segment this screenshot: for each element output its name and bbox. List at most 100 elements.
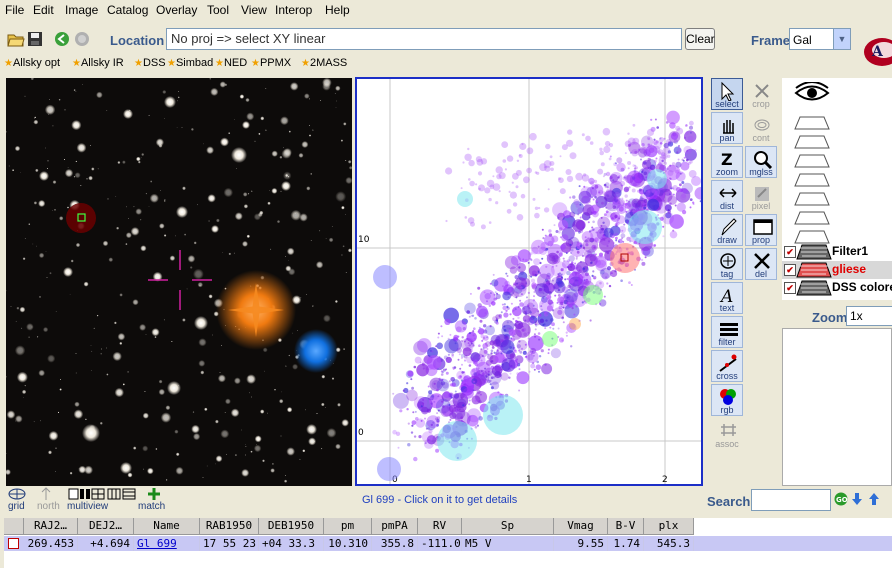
bookmark-item[interactable]: ★Allsky IR xyxy=(72,57,124,69)
menu-overlay[interactable]: Overlay xyxy=(156,3,197,17)
menu-edit[interactable]: Edit xyxy=(33,3,54,17)
tool-select[interactable]: select xyxy=(711,78,743,110)
data-point xyxy=(444,338,459,354)
menu-file[interactable]: File xyxy=(5,3,24,17)
data-point xyxy=(647,169,667,189)
data-point xyxy=(460,357,463,359)
name-link[interactable]: Gl 699 xyxy=(134,536,200,551)
column-header[interactable]: DEB1950 xyxy=(259,518,324,535)
tool-filter[interactable]: filter xyxy=(711,316,743,348)
layer-checkbox[interactable]: ✔ xyxy=(784,246,796,258)
bookmark-item[interactable]: ★PPMX xyxy=(251,57,291,69)
open-folder-icon[interactable] xyxy=(7,31,27,51)
star xyxy=(198,338,207,347)
column-header[interactable]: Vmag xyxy=(554,518,608,535)
data-point xyxy=(542,331,558,347)
table-row[interactable]: 269.453 +4.694 Gl 699 17 55 23 +04 33.3 10.31… xyxy=(4,536,892,551)
image-view[interactable] xyxy=(6,78,352,486)
layer-0[interactable]: ✔ Filter1 xyxy=(782,243,892,261)
empty-plane-icon[interactable] xyxy=(794,211,830,225)
zoom-select[interactable]: 1x xyxy=(846,306,892,326)
back-icon[interactable] xyxy=(54,31,74,51)
frame-select[interactable]: Gal ▼ xyxy=(789,28,851,50)
tool-draw[interactable]: draw xyxy=(711,214,743,246)
tool-pan[interactable]: pan xyxy=(711,112,743,144)
menu-image[interactable]: Image xyxy=(65,3,98,17)
column-header[interactable]: DEJ2… xyxy=(78,518,134,535)
star xyxy=(142,445,149,452)
column-header[interactable]: B-V xyxy=(608,518,644,535)
column-header[interactable]: pmPA xyxy=(372,518,418,535)
save-icon[interactable] xyxy=(27,31,47,51)
chevron-down-icon[interactable]: ▼ xyxy=(833,29,850,49)
menu-catalog[interactable]: Catalog xyxy=(107,3,148,17)
menu-help[interactable]: Help xyxy=(325,3,350,17)
empty-plane-icon[interactable] xyxy=(794,116,830,130)
data-point xyxy=(537,245,540,248)
arrow-down-icon[interactable] xyxy=(851,492,863,509)
column-header[interactable]: RV xyxy=(418,518,462,535)
column-header[interactable]: RAB1950 xyxy=(200,518,259,535)
layer-2[interactable]: ✔ DSS colored xyxy=(782,279,892,297)
north-label[interactable]: north xyxy=(37,501,60,512)
tool-tag[interactable]: tag xyxy=(711,248,743,280)
data-point xyxy=(453,334,459,340)
menu-tool[interactable]: Tool xyxy=(207,3,229,17)
data-point xyxy=(576,261,589,274)
arrow-up-icon[interactable] xyxy=(868,492,880,509)
bright-star xyxy=(211,225,219,233)
bookmark-item[interactable]: ★Simbad xyxy=(167,57,213,69)
column-header[interactable]: RAJ2… xyxy=(24,518,78,535)
tool-crop[interactable]: crop xyxy=(745,78,777,110)
tool-text[interactable]: Atext xyxy=(711,282,743,314)
tool-prop[interactable]: prop xyxy=(745,214,777,246)
empty-plane-icon[interactable] xyxy=(794,154,830,168)
layer-1[interactable]: ✔ gliese xyxy=(782,261,892,279)
menu-interop[interactable]: Interop xyxy=(275,3,312,17)
search-input[interactable] xyxy=(751,489,831,511)
tool-cont[interactable]: cont xyxy=(745,112,777,144)
tool-rgb[interactable]: rgb xyxy=(711,384,743,416)
layer-checkbox[interactable]: ✔ xyxy=(784,282,796,294)
multiview-label[interactable]: multiview xyxy=(67,501,108,512)
tool-mglss[interactable]: mglss xyxy=(745,146,777,178)
clear-button[interactable]: Clear xyxy=(685,28,715,50)
tool-del[interactable]: del xyxy=(745,248,777,280)
column-header[interactable]: pm xyxy=(324,518,372,535)
layer-checkbox[interactable]: ✔ xyxy=(784,264,796,276)
bookmark-item[interactable]: ★DSS xyxy=(134,57,166,69)
empty-plane-icon[interactable] xyxy=(794,135,830,149)
data-point xyxy=(483,395,523,435)
selected-point[interactable] xyxy=(610,243,640,273)
tool-zoom[interactable]: Zzoom xyxy=(711,146,743,178)
column-header[interactable]: Name xyxy=(134,518,200,535)
bookmark-item[interactable]: ★NED xyxy=(215,57,247,69)
plot-view[interactable]: 10 0 0 1 2 xyxy=(355,77,703,486)
empty-plane-icon[interactable] xyxy=(794,173,830,187)
tool-label: del xyxy=(754,269,767,279)
bookmark-item[interactable]: ★2MASS xyxy=(301,57,347,69)
column-header[interactable]: plx xyxy=(644,518,694,535)
go-icon[interactable]: GO xyxy=(834,492,848,509)
tool-assoc[interactable]: assoc xyxy=(711,418,743,450)
data-point xyxy=(669,230,678,239)
grid-label[interactable]: grid xyxy=(8,501,25,512)
location-input[interactable]: No proj => select XY linear xyxy=(166,28,682,50)
star xyxy=(313,440,315,443)
empty-plane-icon[interactable] xyxy=(794,230,830,244)
selection-marker[interactable] xyxy=(66,203,96,233)
data-point xyxy=(489,292,492,295)
forward-icon[interactable] xyxy=(74,31,94,51)
star xyxy=(251,190,253,192)
empty-plane-icon[interactable] xyxy=(794,192,830,206)
tool-cross[interactable]: cross xyxy=(711,350,743,382)
column-header[interactable]: Sp xyxy=(462,518,554,535)
tool-pixel[interactable]: pixel xyxy=(745,180,777,212)
bookmark-item[interactable]: ★Allsky opt xyxy=(4,57,60,69)
data-point xyxy=(477,330,480,333)
menu-view[interactable]: View xyxy=(241,3,267,17)
match-label[interactable]: match xyxy=(138,501,165,512)
eye-icon[interactable] xyxy=(794,82,830,104)
tool-dist[interactable]: dist xyxy=(711,180,743,212)
row-checkbox[interactable] xyxy=(8,538,19,549)
